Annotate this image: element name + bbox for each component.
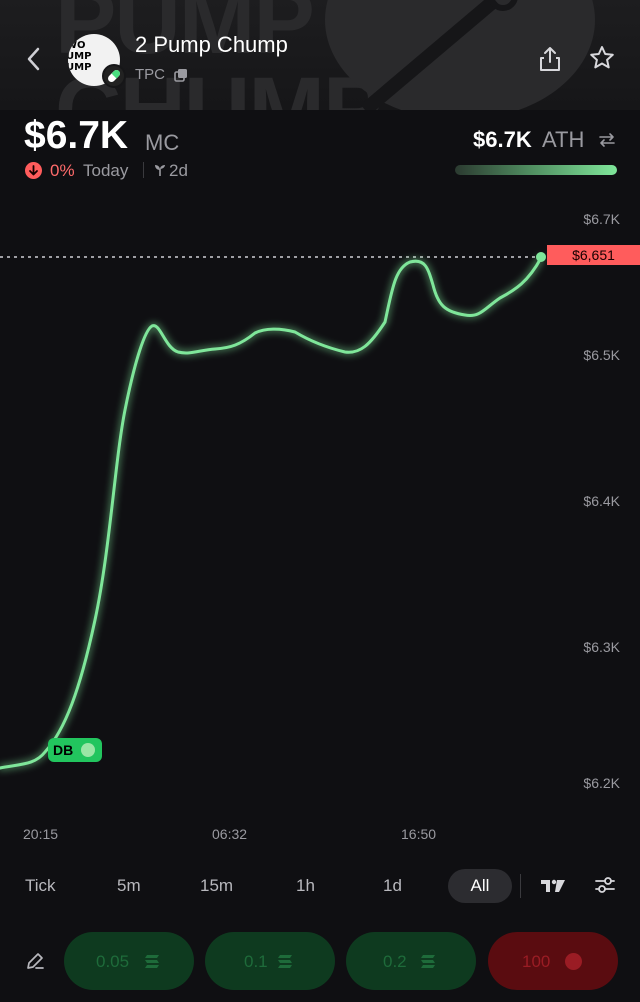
solana-icon [145,955,159,968]
dev-buy-label: DB [53,742,74,758]
share-icon [540,47,560,71]
timeframe-tick[interactable]: Tick [25,876,56,896]
y-axis-tick: $6.3K [583,639,620,655]
share-button[interactable] [537,44,563,74]
token-ticker: TPC [135,66,165,83]
y-axis-tick: $6.4K [583,493,620,509]
ath-label: ATH [542,127,585,152]
arrow-down-circle-icon [25,162,42,179]
sell-amount: 100 [522,952,551,971]
quick-sell-button[interactable]: 100 [488,932,618,990]
quick-buy-button[interactable]: 0.2 [346,932,476,990]
token-name: 2 Pump Chump [135,32,288,57]
y-axis-tick: $6.5K [583,347,620,363]
y-axis-tick: $6.2K [583,775,620,791]
solana-icon [278,955,292,968]
chevron-left-icon [27,47,40,71]
token-age: 2d [169,161,188,180]
sliders-icon[interactable] [594,874,616,896]
current-price-tag: $6,651 [547,245,640,265]
timeframe-5m[interactable]: 5m [117,876,141,896]
quick-buy-button[interactable]: 0.1 [205,932,335,990]
quick-buy-button[interactable]: 0.05 [64,932,194,990]
sprout-icon [153,163,167,177]
favorite-button[interactable] [588,44,616,72]
market-cap-value: $6.7K [24,114,129,157]
x-axis-tick: 20:15 [23,826,59,842]
edit-icon[interactable] [24,950,46,972]
divider [143,162,144,178]
buy-amount: 0.1 [244,952,268,971]
x-axis-tick: 06:32 [212,826,248,842]
star-icon [590,46,614,69]
ath-value: $6.7K [473,127,532,152]
timeframe-1h[interactable]: 1h [296,876,315,896]
ath-progress-bar [455,165,617,175]
token-header: PUMP CHUMP WO UMP UMP 2 Pump Chump TPC [0,0,640,110]
tradingview-icon[interactable] [541,878,565,894]
market-cap-label: MC [145,130,180,155]
swap-icon[interactable] [598,131,616,149]
divider [520,874,521,898]
back-button[interactable] [22,44,48,74]
y-axis-tick: $6.7K [583,211,620,227]
price-endpoint-dot [536,252,546,262]
price-change-percent: 0% [50,161,75,180]
x-axis-tick: 16:50 [401,826,437,842]
dev-avatar-icon [81,743,95,757]
copy-icon[interactable] [174,68,188,82]
price-line [0,256,543,770]
timeframe-1d[interactable]: 1d [383,876,402,896]
buy-amount: 0.05 [96,952,130,971]
timeframe-15m[interactable]: 15m [200,876,233,896]
buy-amount: 0.2 [383,952,407,971]
price-change-period: Today [83,161,129,180]
dev-buy-marker[interactable]: DB [48,738,102,762]
timeframe-all[interactable]: All [448,869,512,903]
solana-icon [421,955,435,968]
platform-pill-icon [102,64,126,88]
percent-icon [565,953,582,970]
